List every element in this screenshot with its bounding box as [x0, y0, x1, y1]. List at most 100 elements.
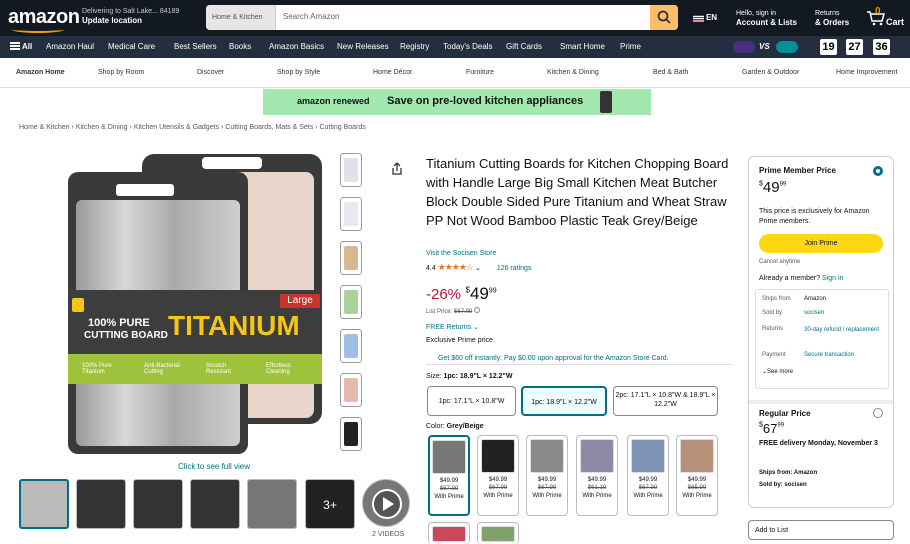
- thumb-vertical-2[interactable]: [340, 197, 362, 231]
- cart-button[interactable]: 0 Cart: [866, 6, 906, 30]
- search-button[interactable]: [650, 5, 678, 30]
- feature-4: Effortless Cleaning: [266, 363, 291, 375]
- thumb-bottom-more[interactable]: 3+: [305, 479, 355, 529]
- product-title: Titanium Cutting Boards for Kitchen Chop…: [426, 156, 729, 228]
- row-payment-value[interactable]: Secure transaction: [804, 352, 854, 358]
- color-swatch-3[interactable]: $49.99 $67.99 With Prime: [526, 435, 568, 516]
- subnav-new-releases[interactable]: New Releases: [337, 42, 389, 51]
- language-selector[interactable]: EN: [693, 13, 717, 23]
- thumb-bottom-1[interactable]: [19, 479, 69, 529]
- amazon-logo[interactable]: amazon: [8, 6, 80, 33]
- thumb-bottom-4[interactable]: [190, 479, 240, 529]
- video-play-button[interactable]: [362, 479, 410, 527]
- ratings-count-link[interactable]: 126 ratings: [497, 265, 532, 272]
- size-option-3[interactable]: 2pc: 17.1"L × 10.8"W & 18.9"L × 12.2"W: [613, 386, 718, 416]
- see-more-toggle[interactable]: ⌄See more: [762, 368, 793, 375]
- search-icon: [657, 10, 671, 24]
- thumb-vertical-3[interactable]: [340, 241, 362, 275]
- cat-garden-outdoor[interactable]: Garden & Outdoor: [742, 69, 799, 76]
- cat-furniture[interactable]: Furniture: [466, 69, 494, 76]
- free-returns-link[interactable]: FREE Returns ⌄: [426, 323, 479, 331]
- thumb-vertical-7[interactable]: [340, 417, 362, 451]
- promo-banner[interactable]: amazon renewed Save on pre-loved kitchen…: [263, 89, 651, 115]
- thumb-vertical-4[interactable]: [340, 285, 362, 319]
- cat-discover[interactable]: Discover: [197, 69, 224, 76]
- cat-shop-by-style[interactable]: Shop by Style: [277, 69, 320, 76]
- prime-exclusive-text: This price is exclusively for Amazon Pri…: [759, 208, 870, 225]
- buy-box: Prime Member Price $4999 This price is e…: [748, 156, 894, 508]
- size-option-1[interactable]: 1pc: 17.1"L × 10.8"W: [427, 386, 516, 416]
- cat-kitchen-dining[interactable]: Kitchen & Dining: [547, 69, 599, 76]
- subnav-smart-home[interactable]: Smart Home: [560, 42, 605, 51]
- banner-text: Save on pre-loved kitchen appliances: [387, 95, 584, 107]
- regular-price-radio[interactable]: [873, 408, 883, 418]
- subnav-registry[interactable]: Registry: [400, 42, 429, 51]
- thumb-vertical-6[interactable]: [340, 373, 362, 407]
- cat-amazon-home[interactable]: Amazon Home: [16, 69, 65, 76]
- account-lists[interactable]: Hello, sign in Account & Lists: [736, 9, 797, 28]
- all-menu-button[interactable]: All: [10, 42, 32, 51]
- swatch-tag: With Prime: [582, 493, 612, 499]
- size-option-2[interactable]: 1pc: 18.9"L × 12.2"W: [521, 386, 607, 416]
- cat-home-improvement[interactable]: Home Improvement: [836, 69, 897, 76]
- deliver-location[interactable]: Delivering to Salt Lake... 84189 Update …: [82, 7, 179, 26]
- timer-hours: 19: [820, 39, 837, 55]
- crumb-4[interactable]: Cutting Boards, Mats & Sets: [225, 124, 313, 131]
- dolphins-logo-icon: [776, 41, 798, 53]
- crumb-3[interactable]: Kitchen Utensils & Gadgets: [134, 124, 219, 131]
- main-product-image[interactable]: Large 100% PURE CUTTING BOARD TITANIUM 1…: [60, 148, 330, 458]
- product-label-band: Large 100% PURE CUTTING BOARD TITANIUM 1…: [68, 290, 322, 384]
- cat-home-decor[interactable]: Home Décor: [373, 69, 412, 76]
- color-swatch-7[interactable]: [428, 522, 470, 544]
- buybox-divider: [749, 400, 893, 404]
- cat-bed-bath[interactable]: Bed & Bath: [653, 69, 688, 76]
- prime-price-radio[interactable]: [873, 166, 883, 176]
- list-price-row: List Price: $67.99: [426, 307, 481, 315]
- thumb-bottom-2[interactable]: [76, 479, 126, 529]
- thumb-bottom-5[interactable]: [247, 479, 297, 529]
- color-swatch-4[interactable]: $49.99 $61.19 With Prime: [576, 435, 618, 516]
- crumb-2[interactable]: Kitchen & Dining: [76, 124, 128, 131]
- full-view-caption[interactable]: Click to see full view: [178, 462, 250, 471]
- subnav-books[interactable]: Books: [229, 42, 251, 51]
- thumb-vertical-5[interactable]: [340, 329, 362, 363]
- label-line2: CUTTING BOARD: [84, 330, 168, 341]
- subnav-amazon-basics[interactable]: Amazon Basics: [269, 42, 324, 51]
- color-swatch-8[interactable]: [477, 522, 519, 544]
- color-swatch-5[interactable]: $49.99 $67.99 With Prime: [627, 435, 669, 516]
- store-link[interactable]: Visit the Socisen Store: [426, 250, 496, 257]
- subnav-best-sellers[interactable]: Best Sellers: [174, 42, 217, 51]
- swatch-image: [432, 526, 466, 542]
- store-card-offer[interactable]: Get $60 off instantly: Pay $0.00 upon ap…: [438, 355, 669, 362]
- crumb-1[interactable]: Home & Kitchen: [19, 124, 70, 131]
- thumb-bottom-3[interactable]: [133, 479, 183, 529]
- subnav-amazon-haul[interactable]: Amazon Haul: [46, 42, 94, 51]
- subnav-gift-cards[interactable]: Gift Cards: [506, 42, 542, 51]
- chevron-down-icon[interactable]: ⌄: [475, 265, 481, 272]
- returns-orders[interactable]: Returns & Orders: [815, 9, 849, 28]
- color-swatch-6[interactable]: $49.99 $65.99 With Prime: [676, 435, 718, 516]
- row-sold-by-value[interactable]: socisen: [804, 310, 824, 316]
- swatch-image: [631, 439, 665, 473]
- add-to-list-button[interactable]: Add to List: [748, 520, 894, 540]
- color-swatch-2[interactable]: $49.99 $67.99 With Prime: [477, 435, 519, 516]
- feature-2: Anti-Bacterial Cutting: [144, 363, 180, 375]
- share-icon[interactable]: [390, 162, 404, 176]
- cat-shop-by-room[interactable]: Shop by Room: [98, 69, 144, 76]
- row-payment-key: Payment: [762, 352, 786, 358]
- subnav-medical-care[interactable]: Medical Care: [108, 42, 155, 51]
- subnav-prime[interactable]: Prime: [620, 42, 641, 51]
- join-prime-button[interactable]: Join Prime: [759, 234, 883, 253]
- search-input[interactable]: Search Amazon: [283, 12, 339, 21]
- color-swatch-1[interactable]: $49.99 $67.99 With Prime: [428, 435, 470, 516]
- crumb-5[interactable]: Cutting Boards: [319, 124, 365, 131]
- subnav-todays-deals[interactable]: Today's Deals: [443, 42, 493, 51]
- sign-in-link[interactable]: Sign in: [822, 275, 843, 282]
- search-department[interactable]: Home & Kitchen: [206, 5, 276, 30]
- row-returns-key: Returns: [762, 326, 784, 332]
- thumb-vertical-1[interactable]: [340, 153, 362, 187]
- star-rating-icon[interactable]: ★★★★☆: [438, 262, 474, 272]
- row-returns-value[interactable]: 30-day refund / replacement: [804, 326, 884, 335]
- flag-icon: [693, 14, 704, 22]
- info-icon[interactable]: [474, 307, 481, 313]
